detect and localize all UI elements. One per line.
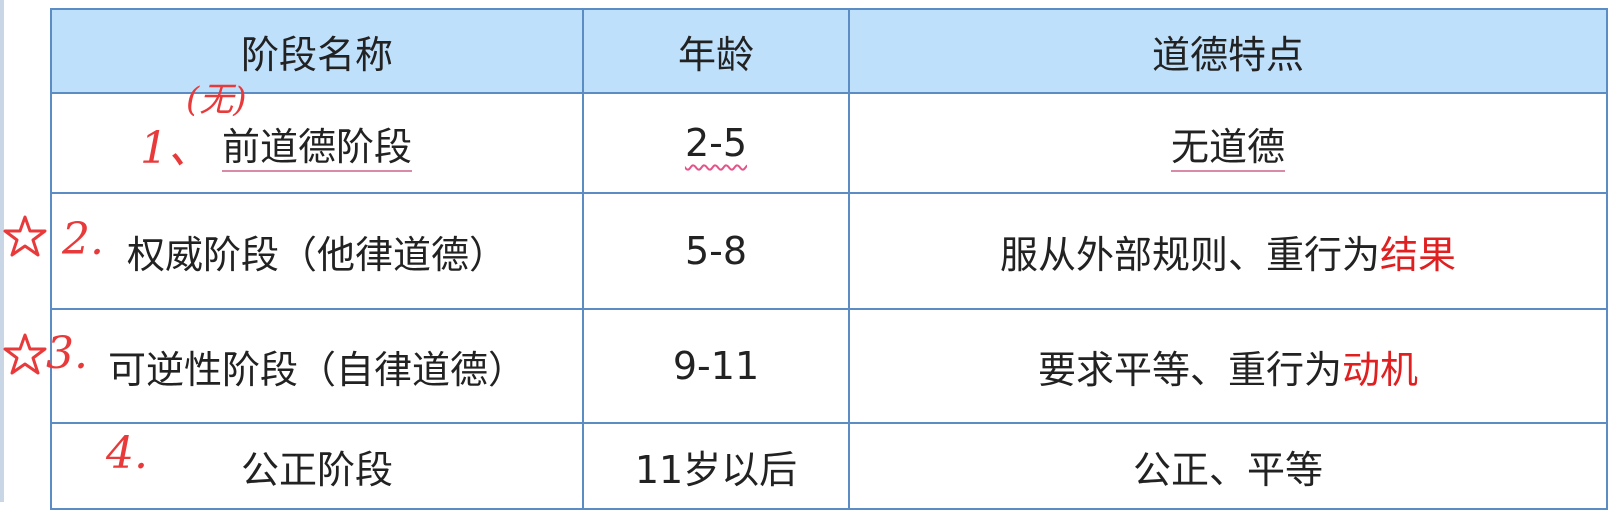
feature-cell: 公正、平等 [848,422,1608,510]
table-row: 前道德阶段 2-5 无道德 [50,92,1608,194]
stage-number-1: 1、 [140,123,212,174]
stage-number-2: 2. [62,214,104,265]
header-age: 年龄 [582,8,850,94]
star-icon [3,333,47,375]
feature-text: 公正、平等 [1132,447,1323,492]
feature-highlight: 结果 [1380,232,1457,277]
moral-stage-table: 阶段名称 年龄 道德特点 前道德阶段 2-5 无道德 权威阶段（他律道德） 5-… [50,8,1608,510]
feature-cell: 要求平等、重行为动机 [848,308,1608,424]
feature-text: 无道德 [1170,124,1285,169]
table-row: 公正阶段 11岁以后 公正、平等 [50,422,1608,510]
feature-highlight: 动机 [1342,347,1419,392]
star-icon [3,215,47,257]
age-cell: 11岁以后 [582,422,850,510]
stage-name-text: 公正阶段 [240,447,393,492]
stage-number-4: 4. [106,428,148,479]
feature-text: 要求平等、重行为 [1037,347,1342,392]
stage-name-text: 权威阶段（他律道德） [126,232,507,277]
stage-name-text: 可逆性阶段（自律道德） [107,347,526,392]
age-cell: 9-11 [582,308,850,424]
age-text: 2-5 [684,121,748,165]
stage-name-text: 前道德阶段 [221,124,412,169]
age-text: 9-11 [672,344,760,388]
feature-cell: 服从外部规则、重行为结果 [848,192,1608,310]
age-cell: 5-8 [582,192,850,310]
table-row: 可逆性阶段（自律道德） 9-11 要求平等、重行为动机 [50,308,1608,424]
stage-name-cell: 可逆性阶段（自律道德） [50,308,584,424]
header-moral-features: 道德特点 [848,8,1608,94]
table-row: 权威阶段（他律道德） 5-8 服从外部规则、重行为结果 [50,192,1608,310]
feature-cell: 无道德 [848,92,1608,194]
stage-number-3: 3. [46,328,88,379]
age-text: 5-8 [684,229,748,273]
table-header-row: 阶段名称 年龄 道德特点 [50,8,1608,94]
age-cell: 2-5 [582,92,850,194]
stage-name-cell: 权威阶段（他律道德） [50,192,584,310]
feature-text: 服从外部规则、重行为 [999,232,1380,277]
stage-name-cell: 前道德阶段 [50,92,584,194]
header-stage-name: 阶段名称 [50,8,584,94]
age-text: 11岁以后 [634,447,798,492]
